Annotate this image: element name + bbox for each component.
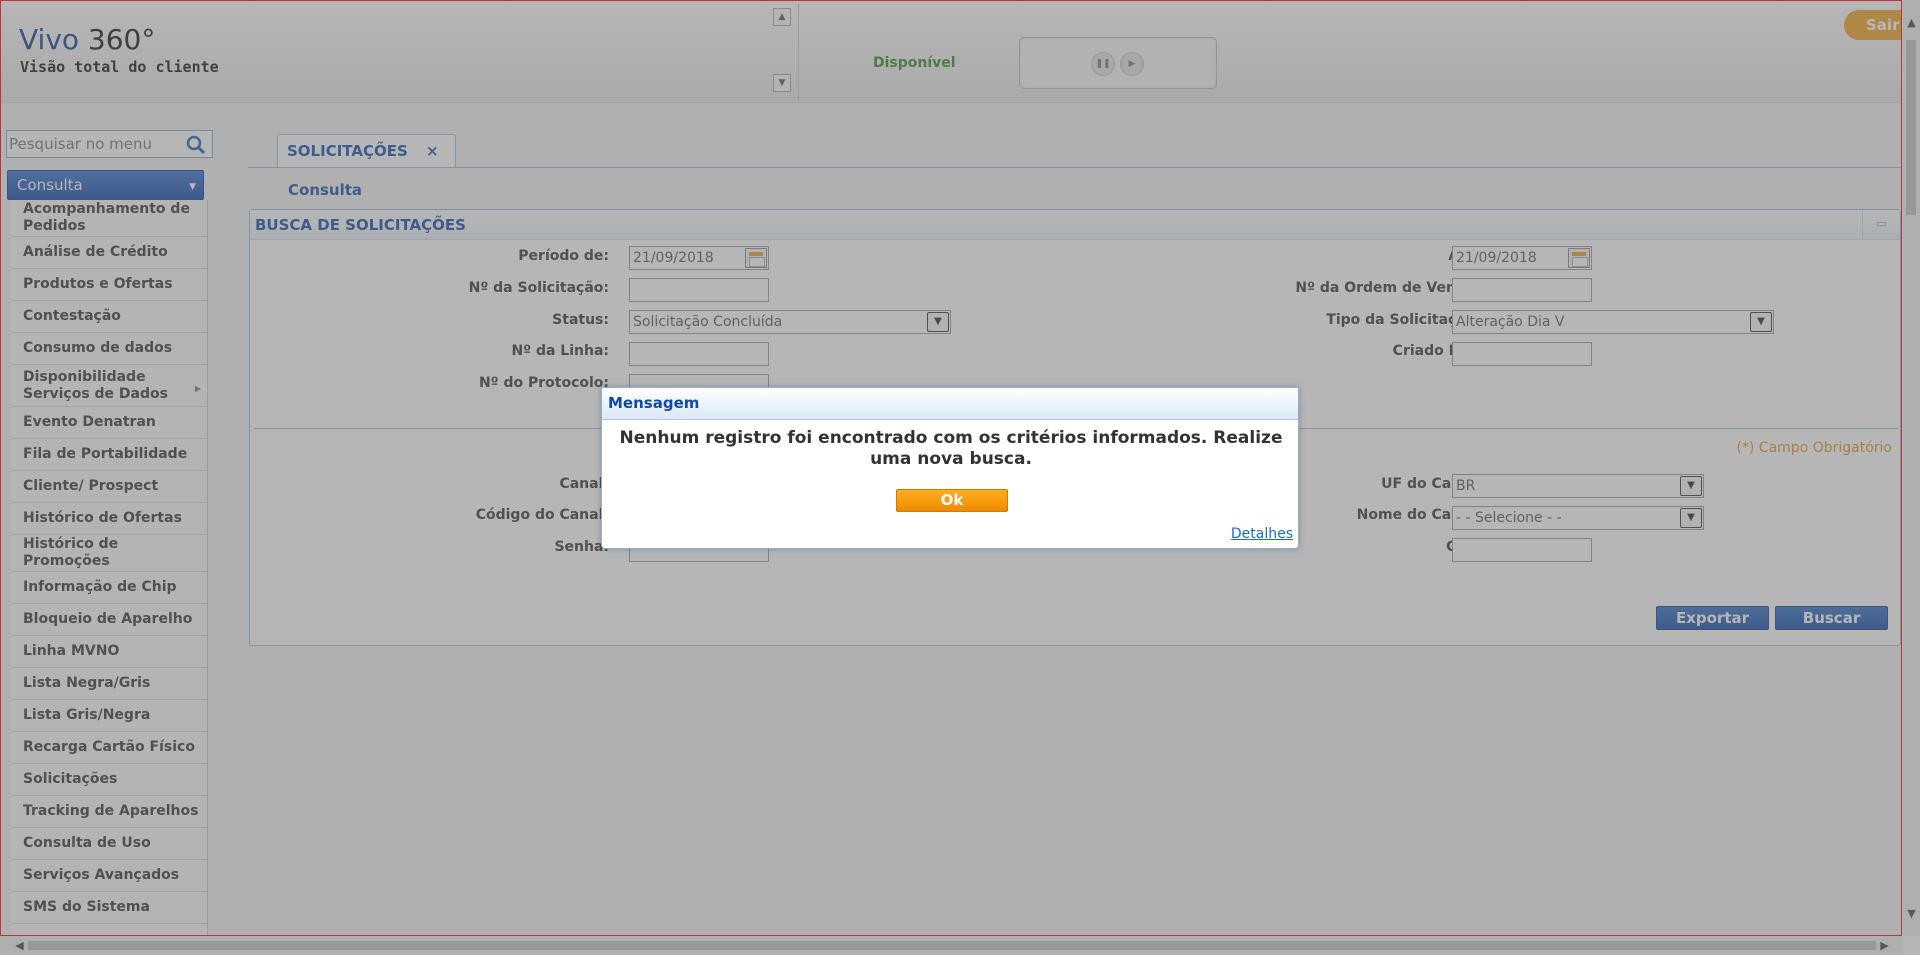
details-link[interactable]: Detalhes: [1231, 526, 1293, 542]
message-dialog: Mensagem Nenhum registro foi encontrado …: [601, 387, 1299, 549]
ok-button[interactable]: Ok: [896, 489, 1008, 512]
dialog-message: Nenhum registro foi encontrado com os cr…: [619, 428, 1283, 469]
dialog-title: Mensagem: [602, 388, 1298, 420]
modal-overlay: Mensagem Nenhum registro foi encontrado …: [0, 0, 1920, 955]
